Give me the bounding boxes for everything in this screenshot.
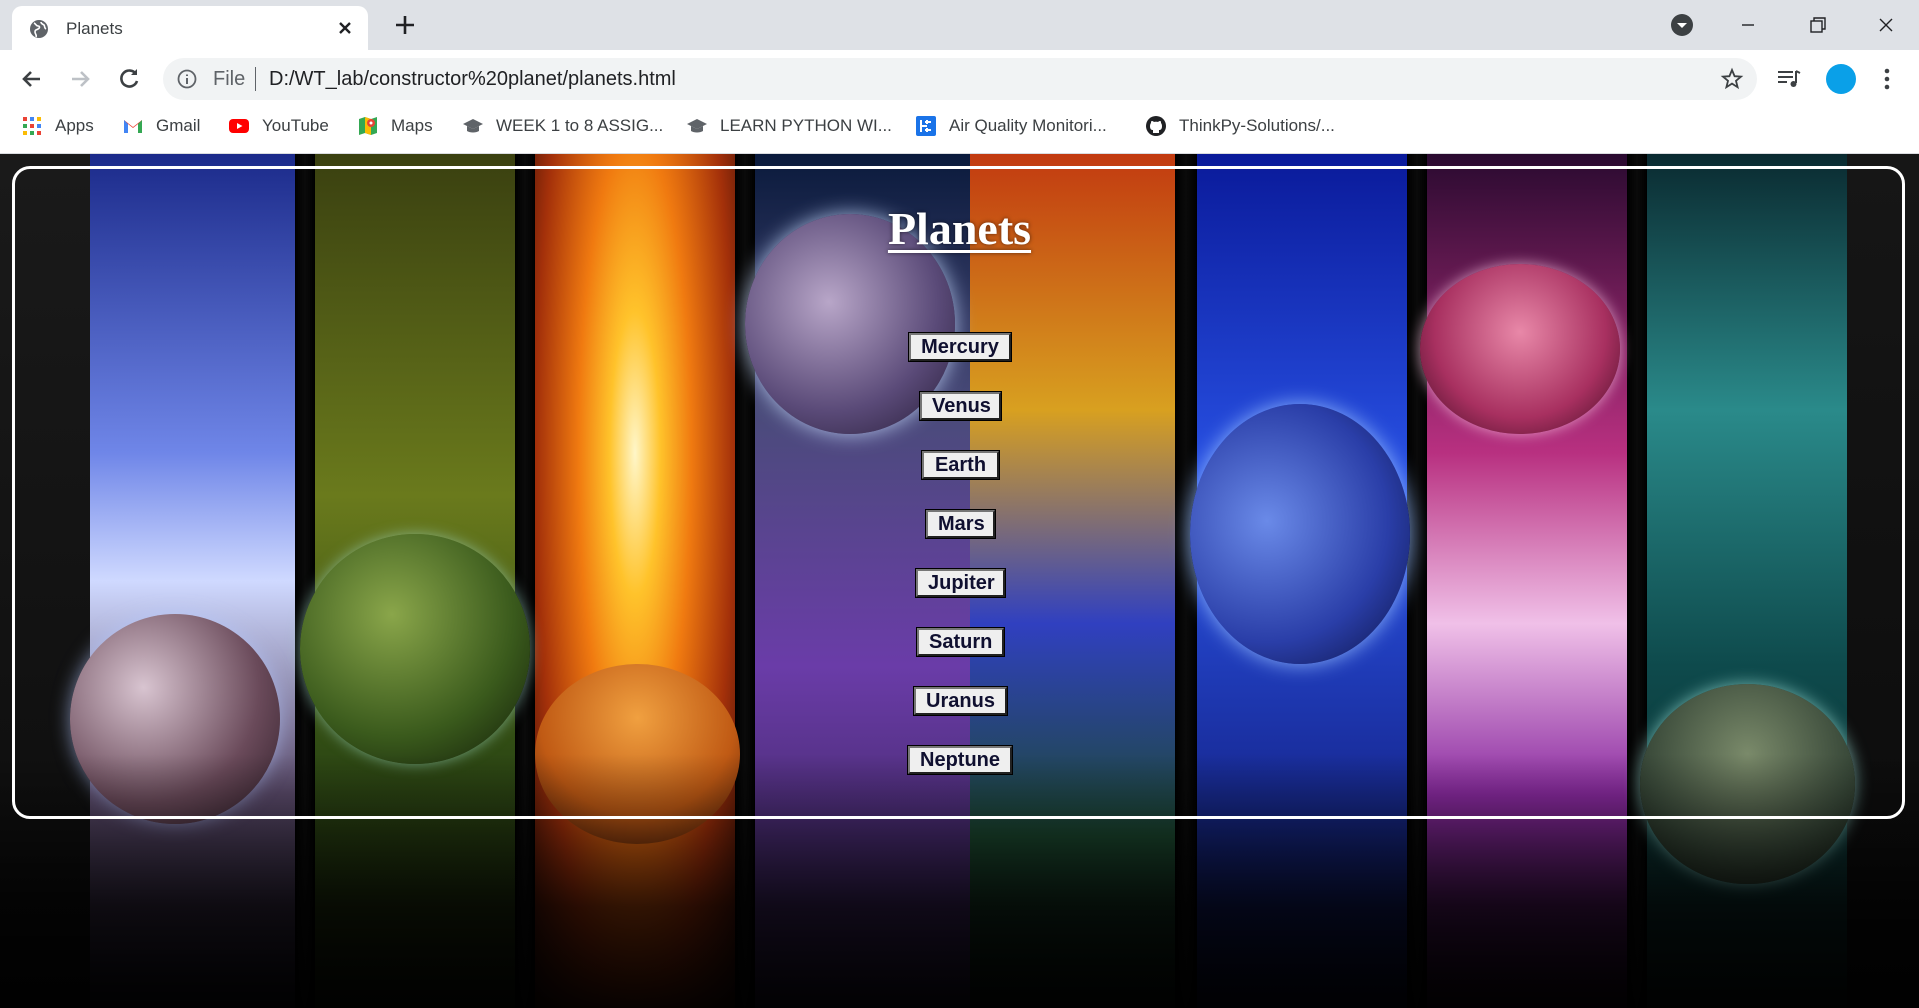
page-title-text: Planets <box>887 203 1032 254</box>
bookmark-star-icon[interactable] <box>1720 67 1744 91</box>
venus-button[interactable]: Venus <box>920 392 1001 420</box>
gmail-icon <box>124 120 142 133</box>
earth-button[interactable]: Earth <box>922 451 999 479</box>
page-viewport: Planets Mercury Venus Earth Mars Jupiter… <box>0 154 1919 1008</box>
bookmark-label: ThinkPy-Solutions/... <box>1179 116 1335 135</box>
youtube-icon <box>229 119 249 133</box>
bookmark-label: YouTube <box>262 116 329 135</box>
bookmark-week-assignments[interactable]: WEEK 1 to 8 ASSIG... <box>462 107 663 145</box>
bookmarks-bar: Apps Gmail YouTube Maps WEEK 1 to 8 ASSI… <box>0 107 1919 154</box>
address-url[interactable]: D:/WT_lab/constructor%20planet/planets.h… <box>269 68 676 91</box>
window-close-icon[interactable] <box>1866 10 1906 40</box>
new-tab-icon[interactable] <box>392 12 418 38</box>
globe-icon <box>30 20 48 38</box>
address-separator <box>255 67 256 91</box>
bookmark-thinkpy-solutions[interactable]: ThinkPy-Solutions/... <box>1145 107 1335 145</box>
bookmark-label: Gmail <box>156 116 201 135</box>
bookmark-apps[interactable]: Apps <box>21 107 94 145</box>
bookmark-gmail[interactable]: Gmail <box>122 107 200 145</box>
jupiter-button[interactable]: Jupiter <box>916 569 1005 597</box>
bookmark-label: LEARN PYTHON WI... <box>720 116 892 135</box>
tab-title: Planets <box>66 19 123 38</box>
mercury-button[interactable]: Mercury <box>909 333 1011 361</box>
bookmark-youtube[interactable]: YouTube <box>228 107 329 145</box>
minimize-icon[interactable] <box>1728 10 1768 40</box>
uranus-button[interactable]: Uranus <box>914 687 1007 715</box>
bookmark-learn-python[interactable]: LEARN PYTHON WI... <box>686 107 892 145</box>
more-menu-icon[interactable] <box>1877 66 1897 92</box>
address-scheme: File <box>213 68 246 90</box>
browser-toolbar: File D:/WT_lab/constructor%20planet/plan… <box>0 50 1919 107</box>
classroom-cap-icon <box>687 119 707 133</box>
maps-icon <box>359 117 377 135</box>
github-icon <box>1146 116 1166 136</box>
apps-grid-icon <box>23 117 41 135</box>
content-frame <box>12 166 1905 819</box>
bookmark-label: Maps <box>391 116 433 135</box>
mars-button[interactable]: Mars <box>926 510 995 538</box>
bookmark-maps[interactable]: Maps <box>357 107 433 145</box>
reload-icon[interactable] <box>115 65 143 93</box>
browser-tab[interactable]: Planets <box>12 6 368 50</box>
air-quality-icon <box>916 116 936 136</box>
back-arrow-icon[interactable] <box>18 65 46 93</box>
forward-arrow-icon[interactable] <box>66 65 94 93</box>
profile-avatar[interactable] <box>1826 64 1856 94</box>
tab-strip: Planets <box>0 0 1919 50</box>
saturn-button[interactable]: Saturn <box>917 628 1004 656</box>
site-info-icon[interactable] <box>177 69 197 89</box>
restore-icon[interactable] <box>1797 10 1837 40</box>
page-title: Planets <box>0 202 1919 255</box>
media-queue-icon[interactable] <box>1776 67 1802 91</box>
bookmark-label: Apps <box>55 116 94 135</box>
tab-search-icon[interactable] <box>1670 13 1694 37</box>
bookmark-label: WEEK 1 to 8 ASSIG... <box>496 116 664 135</box>
bookmark-label: Air Quality Monitori... <box>949 116 1107 135</box>
neptune-button[interactable]: Neptune <box>908 746 1012 774</box>
classroom-cap-icon <box>463 119 483 133</box>
address-bar[interactable]: File D:/WT_lab/constructor%20planet/plan… <box>163 58 1757 100</box>
close-tab-icon[interactable] <box>334 17 356 39</box>
bookmark-air-quality[interactable]: Air Quality Monitori... <box>915 107 1107 145</box>
